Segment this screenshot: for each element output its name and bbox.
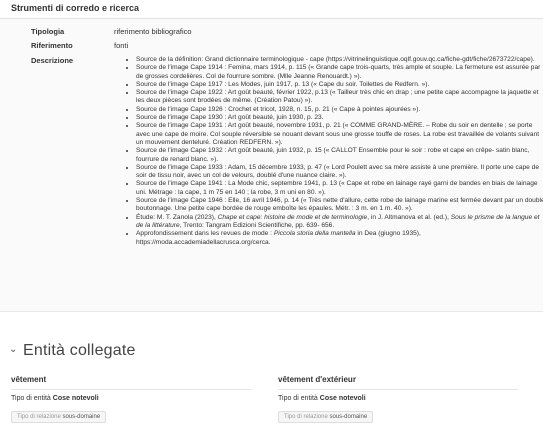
card-divider xyxy=(11,389,251,390)
entity-type-value: Cose notevoli xyxy=(319,395,366,402)
description-item: Source de l'image Cape 1926 : Crochet et… xyxy=(136,106,543,114)
description-text: Source de l'image Cape 1931 : Art goût b… xyxy=(136,122,540,146)
description-text: Source de l'image Cape 1922 : Art goût b… xyxy=(136,89,539,105)
entity-type-label: Tipo di entità xyxy=(278,395,318,402)
relation-type-value: sous-domaine xyxy=(62,414,101,420)
description-item: Source de l'image Cape 1922 : Art goût b… xyxy=(136,89,543,106)
description-item: Source de l'image Cape 1932 : Art goût b… xyxy=(136,147,543,164)
description-text: Source de l'image Cape 1917 : Les Modes,… xyxy=(136,80,430,88)
description-item: Source de l'image Cape 1941 : La Mode ch… xyxy=(136,180,543,197)
description-item: Source de l'image Cape 1933 : Adam, 15 d… xyxy=(136,164,543,181)
description-text: Source de l'image Cape 1930 : Art goût b… xyxy=(136,114,324,122)
related-card-title[interactable]: vêtement d'extérieur xyxy=(278,375,528,384)
description-text: Source de l'image Cape 1933 : Adam, 15 d… xyxy=(136,163,539,180)
description-text: Source de l'image Cape 1926 : Crochet et… xyxy=(136,105,421,113)
relation-type-chip: Tipo di relazione sous-domaine xyxy=(11,411,107,423)
relation-type-key: Tipo di relazione xyxy=(17,414,61,420)
relation-type-key: Tipo di relazione xyxy=(284,414,328,420)
entity-type-label: Tipo di entità xyxy=(11,395,51,402)
description-item: Approfondissement dans les revues de mod… xyxy=(136,230,543,247)
related-card-1[interactable]: vêtement Tipo di entità Cose notevoli Ti… xyxy=(11,375,261,423)
related-card-2[interactable]: vêtement d'extérieur Tipo di entità Cose… xyxy=(278,375,528,423)
description-italic-title: Chape et cape: histoire de mode et de te… xyxy=(217,213,368,221)
description-text: Étude: M. T. Zanola (2023), xyxy=(136,213,218,221)
riferimento-label: Riferimento xyxy=(31,41,73,50)
tipologia-label: Tipologia xyxy=(31,27,65,36)
related-entities-title: Entità collegate xyxy=(23,342,136,359)
description-item: Étude: M. T. Zanola (2023), Chape et cap… xyxy=(136,214,543,231)
entity-type-line: Tipo di entità Cose notevoli xyxy=(11,395,261,402)
description-text: Approfondissement dans les revues de mod… xyxy=(136,230,274,238)
description-text: Source de l'image Cape 1946 : Elle, 16 a… xyxy=(136,197,543,213)
description-text: , in J. Altmanova et al. (ed.), xyxy=(367,213,451,221)
tipologia-value: riferimento bibliografico xyxy=(114,27,192,36)
relation-type-chip: Tipo di relazione sous-domaine xyxy=(278,411,374,423)
description-item: Source de l'image Cape 1931 : Art goût b… xyxy=(136,122,543,147)
entity-type-line: Tipo di entità Cose notevoli xyxy=(278,395,528,402)
description-text: Source de l'image Cape 1941 : La Mode ch… xyxy=(136,180,538,196)
riferimento-value: fonti xyxy=(114,41,129,50)
relation-type-value: sous-domaine xyxy=(329,414,368,420)
description-item: Source de la définition: Grand dictionna… xyxy=(136,56,543,64)
section-divider-bottom xyxy=(0,311,543,312)
description-list: Source de la définition: Grand dictionna… xyxy=(124,56,543,247)
description-item: Source de l'image Cape 1917 : Les Modes,… xyxy=(136,81,543,89)
card-divider xyxy=(278,389,518,390)
description-text: Source de l'image Cape 1932 : Art goût b… xyxy=(136,147,530,163)
description-text: Source de la définition: Grand dictionna… xyxy=(136,56,535,63)
section-title: Strumenti di corredo e ricerca xyxy=(11,3,140,13)
description-text: , Trento: Tangram Edizioni Scientifiche,… xyxy=(179,221,335,229)
related-card-title[interactable]: vêtement xyxy=(11,375,261,384)
entity-type-value: Cose notevoli xyxy=(52,395,99,402)
description-text: Source de l'image Cape 1914 : Femina, ma… xyxy=(136,64,541,80)
description-item: Source de l'image Cape 1914 : Femina, ma… xyxy=(136,64,543,81)
description-italic-title: Piccola storia della mantella xyxy=(273,230,356,238)
description-item: Source de l'image Cape 1946 : Elle, 16 a… xyxy=(136,197,543,214)
chevron-down-icon[interactable]: ⌄ xyxy=(9,344,23,355)
descrizione-label: Descrizione xyxy=(31,56,74,65)
related-entities-heading[interactable]: ⌄ Entità collegate xyxy=(9,342,136,360)
